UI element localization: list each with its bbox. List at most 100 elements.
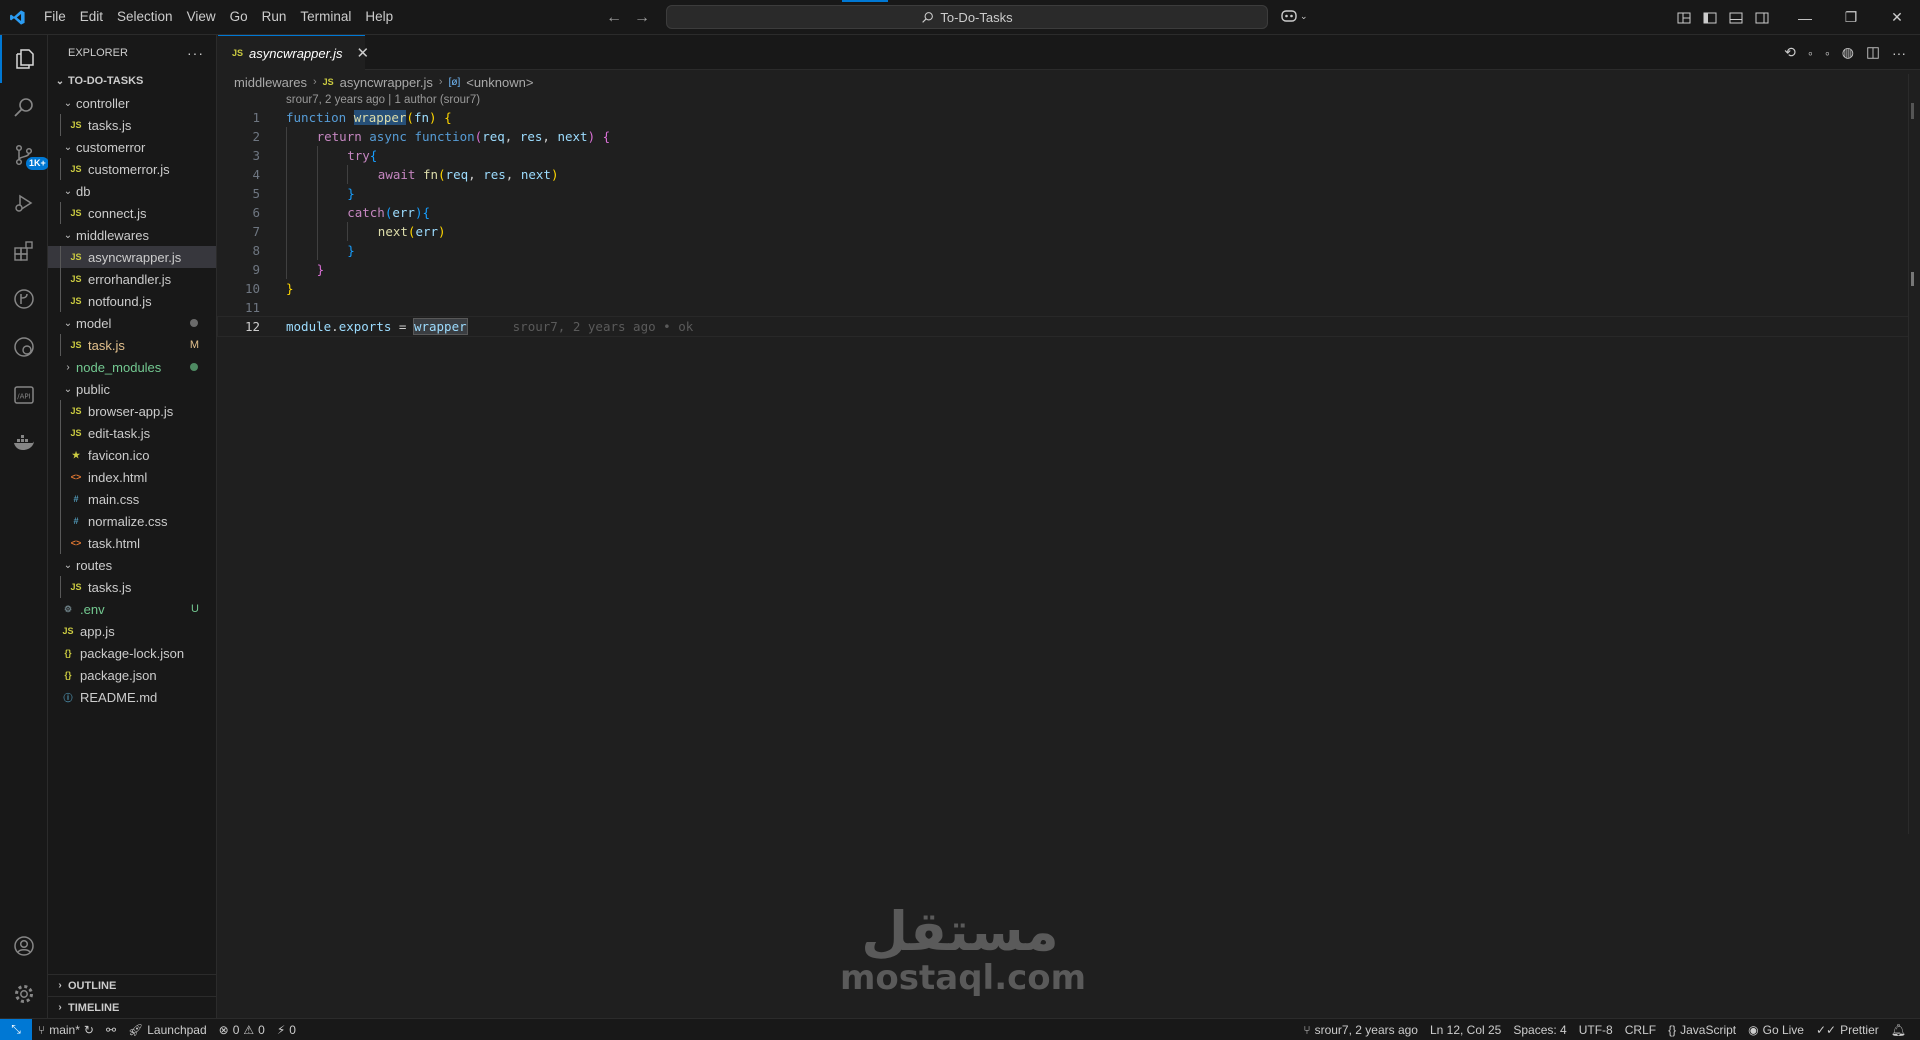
remote-explorer-icon[interactable] (0, 323, 48, 371)
forward-arrow-icon[interactable]: → (634, 9, 650, 27)
menu-terminal[interactable]: Terminal (293, 4, 358, 30)
code-line[interactable]: 6 catch(err){ (218, 203, 1908, 222)
timeline-section-header[interactable]: › TIMELINE (48, 996, 216, 1018)
tree-folder[interactable]: ⌄ controller (48, 92, 216, 114)
menu-go[interactable]: Go (223, 4, 255, 30)
explorer-icon[interactable] (0, 35, 48, 83)
previous-change-icon[interactable]: ◦ (1808, 45, 1813, 61)
menu-run[interactable]: Run (255, 4, 294, 30)
menu-help[interactable]: Help (358, 4, 400, 30)
tree-file[interactable]: JS tasks.js (48, 576, 216, 598)
toggle-secondary-sidebar-icon[interactable] (1754, 10, 1770, 26)
tree-file[interactable]: ⓘ README.md (48, 686, 216, 708)
code-line[interactable]: 4 await fn(req, res, next) (218, 165, 1908, 184)
go-live-status[interactable]: ◉ Go Live (1742, 1019, 1810, 1040)
manage-gear-icon[interactable] (0, 970, 48, 1018)
menu-file[interactable]: File (37, 4, 73, 30)
tree-file[interactable]: JS task.js M (48, 334, 216, 356)
code-line[interactable]: 12 module.exports = wrapper srour7, 2 year… (217, 316, 1909, 337)
git-graph-icon[interactable] (0, 275, 48, 323)
tree-file[interactable]: JS notfound.js (48, 290, 216, 312)
tree-file[interactable]: JS edit-task.js (48, 422, 216, 444)
codelens-blame[interactable]: srour7, 2 years ago | 1 author (srour7) (286, 94, 480, 106)
tree-file[interactable]: <> index.html (48, 466, 216, 488)
tree-folder[interactable]: ⌄ routes (48, 554, 216, 576)
accounts-icon[interactable] (0, 922, 48, 970)
prettier-status[interactable]: ✓✓ Prettier (1810, 1019, 1885, 1040)
tree-folder[interactable]: ⌄ middlewares (48, 224, 216, 246)
launchpad-status[interactable]: 🚀︎ Launchpad (122, 1019, 213, 1040)
end-of-line[interactable]: CRLF (1619, 1019, 1662, 1040)
tree-file[interactable]: JS asyncwrapper.js (48, 246, 216, 268)
git-lens-icon[interactable]: ◍ (1842, 44, 1854, 61)
tree-file[interactable]: JS tasks.js (48, 114, 216, 136)
code-line[interactable]: 8} (218, 241, 1908, 260)
more-actions-icon[interactable]: ··· (187, 45, 204, 61)
docker-icon[interactable] (0, 419, 48, 467)
command-center[interactable]: To-Do-Tasks (666, 5, 1268, 29)
breadcrumb-folder[interactable]: middlewares (234, 75, 307, 90)
editor-overview-ruler[interactable] (1908, 70, 1920, 835)
cursor-position[interactable]: Ln 12, Col 25 (1424, 1019, 1507, 1040)
more-actions-icon[interactable]: ··· (1892, 45, 1906, 61)
menu-selection[interactable]: Selection (110, 4, 180, 30)
minimize-icon[interactable]: — (1782, 0, 1828, 35)
close-tab-icon[interactable]: ✕ (356, 44, 369, 62)
extensions-icon[interactable] (0, 227, 48, 275)
tree-file[interactable]: # main.css (48, 488, 216, 510)
code-line[interactable]: 1 function wrapper(fn) { (218, 108, 1908, 127)
run-debug-icon[interactable] (0, 179, 48, 227)
code-line[interactable]: 11 (218, 298, 1908, 317)
split-editor-icon[interactable] (1866, 46, 1880, 60)
tree-file[interactable]: <> task.html (48, 532, 216, 554)
workspace-folder-header[interactable]: ⌄ TO-DO-TASKS (48, 70, 216, 92)
indentation[interactable]: Spaces: 4 (1507, 1019, 1572, 1040)
code-line[interactable]: 7 next(err) (218, 222, 1908, 241)
tree-file[interactable]: {} package-lock.json (48, 642, 216, 664)
branch-status[interactable]: ⑂ main* ↻ (32, 1019, 100, 1040)
notifications-status[interactable]: 🔔︎ (1885, 1019, 1912, 1040)
toggle-primary-sidebar-icon[interactable] (1702, 10, 1718, 26)
tree-folder[interactable]: ⌄ db (48, 180, 216, 202)
tree-file[interactable]: # normalize.css (48, 510, 216, 532)
tree-file[interactable]: JS app.js (48, 620, 216, 642)
code-line[interactable]: 2 return async function(req, res, next) { (218, 127, 1908, 146)
tree-file[interactable]: ⚙ .env U (48, 598, 216, 620)
blame-status[interactable]: ⑂ srour7, 2 years ago (1297, 1019, 1424, 1040)
code-line[interactable]: 5} (218, 184, 1908, 203)
language-mode[interactable]: {} JavaScript (1662, 1019, 1742, 1040)
ports-status[interactable]: ⚡︎ 0 (271, 1019, 302, 1040)
search-icon[interactable] (0, 83, 48, 131)
code-line[interactable]: 3 try{ (218, 146, 1908, 165)
tree-folder[interactable]: › node_modules (48, 356, 216, 378)
breadcrumb-file[interactable]: asyncwrapper.js (340, 75, 433, 90)
tree-folder[interactable]: ⌄ model (48, 312, 216, 334)
close-window-icon[interactable]: ✕ (1874, 0, 1920, 35)
tree-file[interactable]: JS customerror.js (48, 158, 216, 180)
tree-file[interactable]: JS browser-app.js (48, 400, 216, 422)
tree-file[interactable]: {} package.json (48, 664, 216, 686)
code-line[interactable]: 10} (218, 279, 1908, 298)
api-client-icon[interactable]: /API (0, 371, 48, 419)
restore-icon[interactable]: ❐ (1828, 0, 1874, 35)
code-editor[interactable]: 1 function wrapper(fn) {2 return async fun… (217, 108, 1909, 337)
source-control-icon[interactable]: 1K+ (0, 131, 49, 179)
breadcrumb-symbol[interactable]: <unknown> (466, 75, 533, 90)
problems-status[interactable]: ⊗ 0 ⚠ 0 (213, 1019, 271, 1040)
tree-file[interactable]: JS connect.js (48, 202, 216, 224)
tree-folder[interactable]: ⌄ public (48, 378, 216, 400)
copilot-menu[interactable]: ⌄ (1280, 8, 1308, 24)
toggle-panel-icon[interactable] (1728, 10, 1744, 26)
back-arrow-icon[interactable]: ← (606, 9, 622, 27)
git-graph-status[interactable]: ⚯ (100, 1019, 122, 1040)
next-change-icon[interactable]: ◦ (1825, 45, 1830, 61)
tree-file[interactable]: ★ favicon.ico (48, 444, 216, 466)
outline-section-header[interactable]: › OUTLINE (48, 974, 216, 996)
tab-asyncwrapper[interactable]: JS asyncwrapper.js ✕ (218, 35, 369, 70)
menu-view[interactable]: View (180, 4, 223, 30)
code-line[interactable]: 9} (218, 260, 1908, 279)
customize-layout-icon[interactable] (1676, 10, 1692, 26)
menu-edit[interactable]: Edit (73, 4, 110, 30)
remote-indicator[interactable]: ⤡ (0, 1018, 32, 1040)
tree-file[interactable]: JS errorhandler.js (48, 268, 216, 290)
